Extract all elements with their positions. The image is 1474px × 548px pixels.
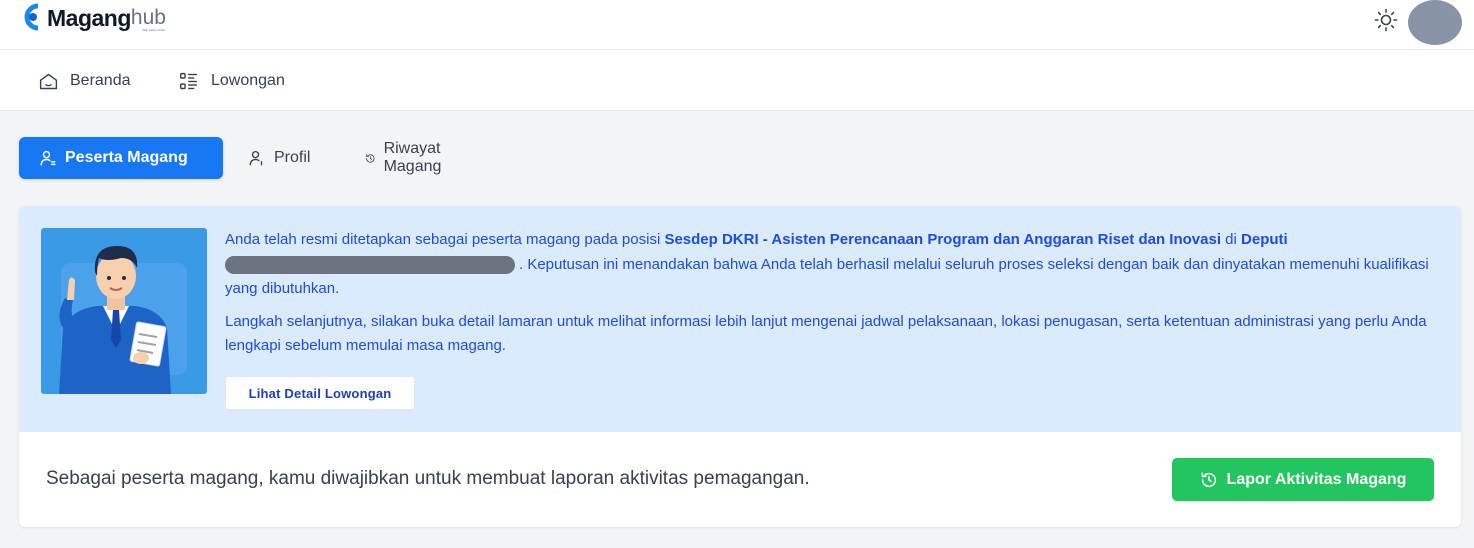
notice-text: di xyxy=(1221,231,1242,248)
user-icon xyxy=(40,150,56,166)
main-nav: Beranda Lowongan xyxy=(0,50,1474,111)
history-icon xyxy=(1201,472,1216,487)
notice-paragraph-1: Anda telah resmi ditetapkan sebagai pese… xyxy=(225,228,1435,302)
nav-item-label: Beranda xyxy=(70,72,131,89)
tab-label: Peserta Magang xyxy=(65,149,188,166)
internship-status-card: Anda telah resmi ditetapkan sebagai pese… xyxy=(19,206,1461,527)
nav-item-lowongan[interactable]: Lowongan xyxy=(178,68,285,94)
theme-toggle-button[interactable] xyxy=(1372,6,1400,34)
report-button-label: Lapor Aktivitas Magang xyxy=(1226,470,1407,488)
nav-item-label: Lowongan xyxy=(211,72,285,89)
unit-name: Deputi xyxy=(1241,231,1288,248)
logo-text: Magang xyxy=(47,5,131,31)
notice-message: Anda telah resmi ditetapkan sebagai pese… xyxy=(225,228,1435,367)
tab-profil[interactable]: Profil xyxy=(248,137,310,179)
app-logo[interactable]: Magang hub xyxy=(24,3,166,39)
position-name: Sesdep DKRI - Asisten Perencanaan Progra… xyxy=(664,231,1221,248)
user-icon xyxy=(249,150,263,166)
logo-tagline: Jalin Karier Anda xyxy=(142,28,165,32)
list-icon xyxy=(179,72,197,89)
top-bar: Magang hub Jalin Karier Anda xyxy=(0,0,1474,50)
tab-riwayat-magang[interactable]: Riwayat Magang xyxy=(365,137,450,179)
home-icon xyxy=(39,73,58,89)
notice-panel: Anda telah resmi ditetapkan sebagai pese… xyxy=(19,206,1461,432)
redacted-text xyxy=(225,255,515,274)
report-activity-button[interactable]: Lapor Aktivitas Magang xyxy=(1172,458,1434,501)
nav-item-beranda[interactable]: Beranda xyxy=(38,68,131,94)
history-icon xyxy=(365,153,375,163)
tab-peserta-magang[interactable]: Peserta Magang xyxy=(19,137,223,179)
businessman-icon xyxy=(59,246,187,394)
notice-text: Anda telah resmi ditetapkan sebagai pese… xyxy=(225,231,665,248)
report-reminder-text: Sebagai peserta magang, kamu diwajibkan … xyxy=(46,468,810,489)
sun-icon xyxy=(1374,8,1398,32)
avatar[interactable] xyxy=(1408,0,1462,45)
notice-paragraph-2: Langkah selanjutnya, silakan buka detail… xyxy=(225,312,1427,355)
tab-label: Profil xyxy=(274,149,311,166)
businessman-illustration xyxy=(41,228,207,394)
view-detail-button[interactable]: Lihat Detail Lowongan xyxy=(225,376,415,410)
logo-icon xyxy=(24,3,39,31)
tab-label: Riwayat Magang xyxy=(383,140,442,175)
